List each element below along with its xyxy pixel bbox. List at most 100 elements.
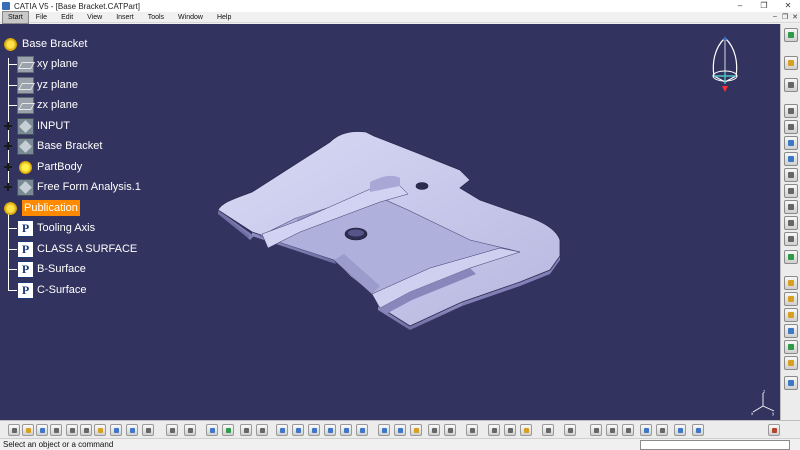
tree-item-class-a-surface[interactable]: P CLASS A SURFACE — [17, 239, 137, 259]
compass-icon[interactable] — [700, 34, 750, 94]
base-bracket-part[interactable] — [0, 24, 780, 420]
tree-item-partbody[interactable]: PartBody — [17, 157, 82, 177]
swap-space-icon[interactable] — [444, 424, 456, 436]
chamfer-icon[interactable] — [784, 276, 798, 290]
menu-help[interactable]: Help — [210, 12, 238, 23]
tree-item-base-bracket-set[interactable]: Base Bracket — [17, 136, 102, 156]
tree-item-b-surface[interactable]: P B-Surface — [17, 259, 86, 279]
design-table-icon[interactable] — [222, 424, 234, 436]
thickness-icon[interactable] — [784, 324, 798, 338]
analysis-tool-icon[interactable] — [256, 424, 268, 436]
filter-icon[interactable] — [674, 424, 686, 436]
slot-icon[interactable] — [784, 200, 798, 214]
menu-start[interactable]: Start — [2, 10, 29, 24]
tree-item-label: B-Surface — [37, 263, 86, 275]
formula-icon[interactable] — [166, 424, 178, 436]
shaft-icon[interactable] — [784, 136, 798, 150]
hole-icon[interactable] — [784, 168, 798, 182]
command-input[interactable] — [640, 440, 790, 450]
groove-icon[interactable] — [784, 152, 798, 166]
pan-icon[interactable] — [308, 424, 320, 436]
rib-icon[interactable] — [784, 184, 798, 198]
eraser-icon[interactable] — [692, 424, 704, 436]
tree-item-xy-plane[interactable]: xy plane — [17, 54, 78, 74]
menu-edit[interactable]: Edit — [54, 12, 80, 23]
print-icon[interactable] — [50, 424, 62, 436]
menu-tools[interactable]: Tools — [141, 12, 171, 23]
tree-item-label: CLASS A SURFACE — [37, 243, 138, 255]
zoom-out-icon[interactable] — [356, 424, 368, 436]
iso-view-icon[interactable] — [394, 424, 406, 436]
expand-base-bracket-button[interactable] — [4, 142, 12, 150]
loft-icon[interactable] — [784, 232, 798, 246]
tree-item-input[interactable]: INPUT — [17, 116, 70, 136]
zoom-in-icon[interactable] — [340, 424, 352, 436]
tree-item-zx-plane[interactable]: zx plane — [17, 95, 78, 115]
tree-item-free-form-analysis[interactable]: Free Form Analysis.1 — [17, 177, 141, 197]
undo-icon[interactable] — [110, 424, 122, 436]
tree-item-tooling-axis[interactable]: P Tooling Axis — [17, 218, 95, 238]
reframe-icon[interactable] — [590, 424, 602, 436]
sphere-icon[interactable] — [606, 424, 618, 436]
photo-icon[interactable] — [542, 424, 554, 436]
fit-all-icon[interactable] — [292, 424, 304, 436]
render-style-icon[interactable] — [410, 424, 422, 436]
rotate-icon[interactable] — [324, 424, 336, 436]
doc-minimize-button[interactable]: – — [770, 13, 780, 21]
3d-viewport[interactable]: z y x Base Bracket xy plane yz plane zx … — [0, 24, 780, 420]
redo-icon[interactable] — [126, 424, 138, 436]
tree-item-c-surface[interactable]: P C-Surface — [17, 280, 87, 300]
menu-window[interactable]: Window — [171, 12, 210, 23]
normal-view-icon[interactable] — [378, 424, 390, 436]
expand-partbody-button[interactable] — [4, 163, 12, 171]
light-icon[interactable] — [640, 424, 652, 436]
close-button[interactable]: ✕ — [776, 0, 800, 12]
new-file-icon[interactable] — [8, 424, 20, 436]
translate-icon[interactable] — [784, 340, 798, 354]
tree-item-label: Free Form Analysis.1 — [37, 181, 141, 193]
doc-close-button[interactable]: ✕ — [790, 13, 800, 21]
fx-icon[interactable] — [184, 424, 196, 436]
open-file-icon[interactable] — [22, 424, 34, 436]
knowledge-icon[interactable] — [240, 424, 252, 436]
stiffener-icon[interactable] — [784, 216, 798, 230]
save-icon[interactable] — [36, 424, 48, 436]
expand-input-button[interactable] — [4, 122, 12, 130]
layer-icon[interactable] — [656, 424, 668, 436]
hide-show-icon[interactable] — [428, 424, 440, 436]
paste-icon[interactable] — [94, 424, 106, 436]
material-icon[interactable] — [520, 424, 532, 436]
draft-icon[interactable] — [784, 292, 798, 306]
pad-icon[interactable] — [784, 104, 798, 118]
mirror-icon[interactable] — [784, 356, 798, 370]
sketcher-icon[interactable] — [784, 78, 798, 92]
shell-icon[interactable] — [784, 308, 798, 322]
tree-item-label: INPUT — [37, 120, 70, 132]
fillet-icon[interactable] — [784, 250, 798, 264]
menu-view[interactable]: View — [80, 12, 109, 23]
copy-icon[interactable] — [80, 424, 92, 436]
restore-button[interactable]: ❐ — [752, 0, 776, 12]
window-title: CATIA V5 - [Base Bracket.CATPart] — [14, 1, 140, 11]
compass-tool-icon[interactable] — [466, 424, 478, 436]
catalog-icon[interactable] — [206, 424, 218, 436]
whats-this-icon[interactable] — [142, 424, 154, 436]
measure-between-icon[interactable] — [564, 424, 576, 436]
tree-root-base-bracket[interactable]: Base Bracket — [2, 34, 87, 54]
constraint-icon[interactable] — [504, 424, 516, 436]
workbench-icon[interactable] — [784, 28, 798, 42]
doc-restore-button[interactable]: ❐ — [780, 13, 790, 21]
select-icon[interactable] — [784, 56, 798, 70]
menu-insert[interactable]: Insert — [109, 12, 141, 23]
measure-icon[interactable] — [784, 376, 798, 390]
fly-mode-icon[interactable] — [276, 424, 288, 436]
expand-analysis-button[interactable] — [4, 183, 12, 191]
curvature-icon[interactable] — [622, 424, 634, 436]
minimize-button[interactable]: – — [728, 0, 752, 12]
tree-item-publication[interactable]: Publication — [2, 198, 80, 218]
pocket-icon[interactable] — [784, 120, 798, 134]
grid-icon[interactable] — [488, 424, 500, 436]
cut-icon[interactable] — [66, 424, 78, 436]
menu-file[interactable]: File — [29, 12, 54, 23]
tree-item-yz-plane[interactable]: yz plane — [17, 75, 78, 95]
